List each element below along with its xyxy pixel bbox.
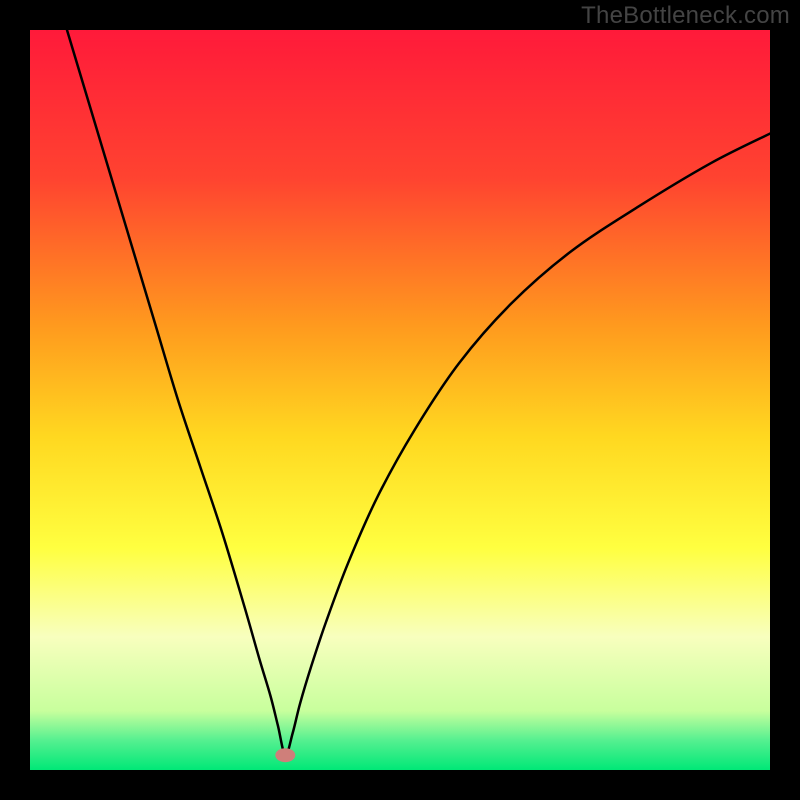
chart-container: TheBottleneck.com [0,0,800,800]
target-marker [275,748,295,762]
plot-area [30,30,770,770]
bottleneck-chart [30,30,770,770]
chart-background [30,30,770,770]
watermark-text: TheBottleneck.com [581,2,790,30]
